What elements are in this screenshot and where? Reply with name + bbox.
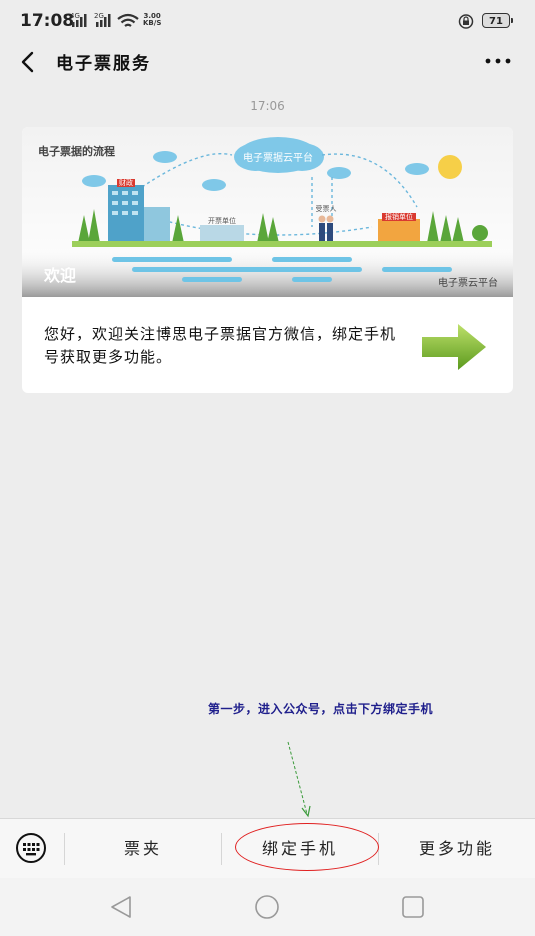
recent-square-icon[interactable] xyxy=(400,894,426,920)
banner-label-reimburse: 报销单位 xyxy=(385,212,413,221)
battery-icon: 71 xyxy=(482,13,513,28)
back-triangle-icon[interactable] xyxy=(108,894,134,920)
arrow-right-icon xyxy=(422,324,486,370)
signal-icon xyxy=(72,14,87,27)
article-message: 您好，欢迎关注博思电子票据官方微信，绑定手机号获取更多功能。 xyxy=(44,325,397,366)
banner-label-issuer: 开票单位 xyxy=(208,216,236,225)
wifi-icon xyxy=(117,13,139,27)
message-timestamp: 17:06 xyxy=(250,99,285,113)
hint-text: 第一步，进入公众号，点击下方绑定手机 xyxy=(208,702,434,716)
nav-bar: 电子票服务 xyxy=(0,40,535,84)
article-card[interactable]: 电子票据的流程 电子票据云平台 财政 开票单位 受票人 报销单位 欢迎 电子票云… xyxy=(22,127,513,393)
menu-item-ticket-folder[interactable]: 票夹 xyxy=(65,819,221,879)
banner-caption: 欢迎 xyxy=(43,266,76,285)
back-chevron-icon[interactable] xyxy=(16,48,44,76)
menu-item-bind-phone[interactable]: 绑定手机 xyxy=(222,819,378,879)
banner-watermark: 电子票云平台 xyxy=(438,276,498,289)
banner-label-recipient: 受票人 xyxy=(316,204,337,213)
banner-heading: 电子票据的流程 xyxy=(38,144,115,158)
system-nav-bar xyxy=(0,878,535,936)
signal-icon xyxy=(96,14,111,27)
status-bar: 17:08 4G 2G 3.00 KB/S 71 xyxy=(0,0,535,40)
lock-icon xyxy=(458,14,474,29)
banner-image[interactable]: 电子票据的流程 电子票据云平台 财政 开票单位 受票人 报销单位 欢迎 电子票云… xyxy=(22,127,513,297)
network-speed: 3.00 KB/S xyxy=(143,12,162,27)
home-circle-icon[interactable] xyxy=(254,894,280,920)
banner-cloud-label: 电子票据云平台 xyxy=(243,151,313,164)
keyboard-icon[interactable] xyxy=(14,833,48,863)
banner-label-finance: 财政 xyxy=(119,178,133,187)
menu-item-more-functions[interactable]: 更多功能 xyxy=(379,819,535,879)
more-dots-icon[interactable] xyxy=(484,50,512,72)
page-title: 电子票服务 xyxy=(56,54,151,74)
custom-menu-bar: 票夹 绑定手机 更多功能 xyxy=(0,818,535,879)
status-time: 17:08 xyxy=(20,11,75,31)
pointer-arrow-icon xyxy=(287,741,311,818)
battery-level: 71 xyxy=(489,16,503,27)
